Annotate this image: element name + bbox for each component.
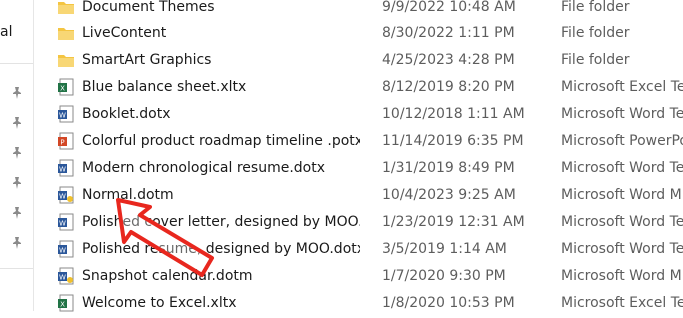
svg-text:W: W — [59, 166, 66, 174]
file-row[interactable]: W Modern chronological resume.dotx 1/31/… — [33, 153, 683, 183]
pin-icon[interactable] — [10, 116, 24, 130]
file-date-modified: 9/9/2022 10:48 AM — [382, 0, 516, 15]
file-row[interactable]: P Colorful product roadmap timeline .pot… — [33, 126, 683, 156]
nav-divider — [0, 63, 33, 64]
pin-icon[interactable] — [10, 86, 24, 100]
file-date-modified: 10/4/2023 9:25 AM — [382, 187, 516, 203]
file-type: Microsoft Word Te... — [561, 214, 683, 230]
file-date-modified: 1/8/2020 10:53 PM — [382, 295, 515, 311]
file-name: Document Themes — [82, 0, 215, 15]
folder-icon — [58, 55, 74, 67]
pin-icon[interactable] — [10, 206, 24, 220]
file-date-modified: 3/5/2019 1:14 AM — [382, 241, 507, 257]
file-date-modified: 1/23/2019 12:31 AM — [382, 214, 525, 230]
svg-text:W: W — [59, 220, 66, 228]
svg-text:X: X — [60, 301, 65, 309]
file-type: Microsoft Word Te... — [561, 106, 683, 122]
file-name: Blue balance sheet.xltx — [82, 79, 247, 95]
word-template-icon: W — [58, 213, 74, 231]
file-name: Polished cover letter, designed by MOO.d… — [82, 214, 360, 230]
file-type: Microsoft PowerPo... — [561, 133, 683, 149]
file-date-modified: 1/31/2019 8:49 PM — [382, 160, 515, 176]
file-type: Microsoft Word Te... — [561, 241, 683, 257]
file-name: Polished resume, designed by MOO.dotx — [82, 241, 360, 257]
file-name: Normal.dotm — [82, 187, 174, 203]
pin-icon[interactable] — [10, 236, 24, 250]
powerpoint-template-icon: P — [58, 132, 74, 150]
file-date-modified: 8/12/2019 8:20 PM — [382, 79, 515, 95]
folder-icon — [58, 28, 74, 40]
word-template-icon: W — [58, 159, 74, 177]
word-macro-template-icon: W — [58, 267, 74, 285]
file-type: Microsoft Excel Te... — [561, 295, 683, 311]
file-row[interactable]: W Snapshot calendar.dotm 1/7/2020 9:30 P… — [33, 261, 683, 291]
folder-icon — [58, 2, 74, 14]
file-date-modified: 8/30/2022 1:11 PM — [382, 25, 515, 41]
svg-text:W: W — [59, 193, 66, 201]
svg-text:W: W — [59, 112, 66, 120]
file-row[interactable]: LiveContent 8/30/2022 1:11 PM File folde… — [33, 18, 683, 48]
file-row[interactable]: W Booklet.dotx 10/12/2018 1:11 AM Micros… — [33, 99, 683, 129]
excel-template-icon: X — [58, 294, 74, 312]
svg-text:W: W — [59, 247, 66, 255]
file-row[interactable]: W Normal.dotm 10/4/2023 9:25 AM Microsof… — [33, 180, 683, 210]
file-name: Snapshot calendar.dotm — [82, 268, 253, 284]
svg-text:W: W — [59, 274, 66, 282]
nav-item-label[interactable]: al — [0, 24, 12, 40]
file-name: Colorful product roadmap timeline .potx — [82, 133, 360, 149]
file-type: File folder — [561, 25, 630, 41]
file-type: File folder — [561, 52, 630, 68]
svg-text:X: X — [60, 85, 65, 93]
file-row[interactable]: X Blue balance sheet.xltx 8/12/2019 8:20… — [33, 72, 683, 102]
file-type: Microsoft Word M... — [561, 187, 683, 203]
file-name: LiveContent — [82, 25, 167, 41]
svg-text:P: P — [60, 139, 64, 147]
file-type: Microsoft Excel Te... — [561, 79, 683, 95]
file-row[interactable]: SmartArt Graphics 4/25/2023 4:28 PM File… — [33, 45, 683, 75]
excel-template-icon: X — [58, 78, 74, 96]
file-name: Booklet.dotx — [82, 106, 171, 122]
file-list: Document Themes 9/9/2022 10:48 AM File f… — [33, 0, 683, 312]
file-date-modified: 11/14/2019 6:35 PM — [382, 133, 524, 149]
file-date-modified: 4/25/2023 4:28 PM — [382, 52, 515, 68]
pin-icon[interactable] — [10, 146, 24, 160]
file-name: Welcome to Excel.xltx — [82, 295, 237, 311]
word-macro-template-icon: W — [58, 186, 74, 204]
file-date-modified: 1/7/2020 9:30 PM — [382, 268, 506, 284]
file-type: File folder — [561, 0, 630, 15]
word-template-icon: W — [58, 240, 74, 258]
navigation-pane: al — [0, 0, 34, 311]
file-type: Microsoft Word M... — [561, 268, 683, 284]
file-row[interactable]: X Welcome to Excel.xltx 1/8/2020 10:53 P… — [33, 288, 683, 318]
file-row[interactable]: W Polished resume, designed by MOO.dotx … — [33, 234, 683, 264]
pin-icon[interactable] — [10, 176, 24, 190]
file-type: Microsoft Word Te... — [561, 160, 683, 176]
file-name: SmartArt Graphics — [82, 52, 212, 68]
file-name: Modern chronological resume.dotx — [82, 160, 326, 176]
nav-divider — [0, 268, 33, 269]
file-date-modified: 10/12/2018 1:11 AM — [382, 106, 525, 122]
word-template-icon: W — [58, 105, 74, 123]
file-row[interactable]: W Polished cover letter, designed by MOO… — [33, 207, 683, 237]
